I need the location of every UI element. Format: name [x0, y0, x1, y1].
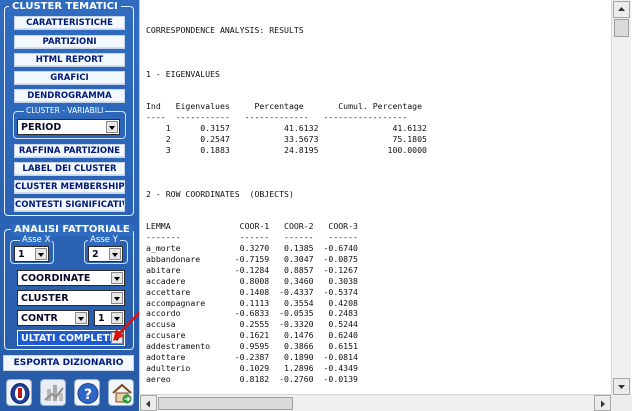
horizontal-scrollbar[interactable]: [139, 394, 612, 411]
variable-select[interactable]: PERIOD: [17, 119, 120, 135]
button-partizioni[interactable]: PARTIZIONI: [14, 35, 125, 49]
asse-x-label: Asse X: [20, 235, 53, 245]
eigen-header-row: Ind Eigenvalues Percentage Cumul. Percen…: [146, 101, 423, 112]
chevron-down-icon[interactable]: [111, 332, 123, 344]
arrow-right-icon: [601, 400, 605, 408]
left-panel: CLUSTER TEMATICI CARATTERISTICHE PARTIZIO…: [0, 0, 139, 411]
coordinate-select-value: COORDINATE: [21, 273, 91, 284]
cluster-select[interactable]: CLUSTER: [17, 290, 125, 306]
variable-select-value: PERIOD: [21, 122, 62, 133]
eigen-row: 2 0.2547 33.5673 75.1805: [165, 133, 427, 144]
eigenvalues-heading: 1 - EIGENVALUES: [146, 68, 220, 79]
scroll-right-button[interactable]: [594, 395, 611, 411]
chevron-down-icon[interactable]: [75, 312, 87, 324]
button-raffina-partizione[interactable]: RAFFINA PARTIZIONE: [14, 144, 125, 158]
scroll-down-button[interactable]: [613, 378, 630, 395]
home-icon: [112, 383, 132, 404]
contr-axis-value: 1: [98, 313, 105, 324]
button-grafici[interactable]: GRAFICI: [14, 71, 125, 85]
chevron-down-icon[interactable]: [106, 121, 118, 133]
row-rule: ------- ------ ------ ------: [146, 232, 358, 243]
asse-y-value: 2: [92, 249, 99, 260]
button-cluster-membership[interactable]: CLUSTER MEMBERSHIP: [14, 180, 125, 194]
eigen-row: 1 0.3157 41.6132 41.6132: [165, 123, 427, 134]
results-text: CORRESPONDENCE ANALYSIS: RESULTS 1 - EIG…: [146, 14, 606, 394]
chart-tool-button[interactable]: [40, 379, 66, 406]
button-html-report[interactable]: HTML REPORT: [14, 53, 125, 67]
chevron-down-icon[interactable]: [111, 292, 123, 304]
row-table-body: a_morte 0.3270 0.1385 -0.6740 abbandonar…: [146, 243, 358, 384]
arrow-left-icon: [146, 400, 150, 408]
row-coordinate-row: abitare -0.1284 0.8857 -0.1267: [146, 264, 358, 275]
cluster-select-value: CLUSTER: [21, 293, 69, 304]
chevron-down-icon[interactable]: [111, 272, 123, 284]
chevron-down-icon[interactable]: [111, 312, 123, 324]
chart-icon: [44, 385, 64, 401]
row-coordinate-row: accusa 0.2555 -0.3320 0.5244: [146, 319, 358, 330]
info-tool-button[interactable]: [6, 379, 32, 406]
contr-axis-select[interactable]: 1: [94, 310, 125, 326]
cluster-tematici-title: CLUSTER TEMATICI: [9, 1, 121, 13]
chevron-down-icon[interactable]: [109, 248, 121, 260]
row-coordinate-row: accettare 0.1408 -0.4337 -0.5374: [146, 286, 358, 297]
row-coordinate-row: accordo -0.6833 -0.0535 0.2483: [146, 308, 358, 319]
row-coordinates-heading: 2 - ROW COORDINATES (OBJECTS): [146, 188, 294, 199]
eigen-row: 3 0.1883 24.8195 100.0000: [146, 144, 427, 155]
scrollbar-corner: [611, 396, 632, 411]
row-coordinate-row: addestramento 0.9595 0.3866 0.6151: [146, 341, 358, 352]
asse-y-select[interactable]: 2: [88, 246, 123, 262]
results-select-value: ULTATI COMPLETI: [21, 333, 113, 344]
row-coordinate-row: a_morte 0.3270 0.1385 -0.6740: [146, 243, 358, 254]
scroll-left-button[interactable]: [140, 395, 157, 411]
asse-y-label: Asse Y: [88, 235, 120, 245]
button-caratteristiche[interactable]: CARATTERISTICHE: [14, 16, 125, 30]
arrow-up-icon: [618, 7, 625, 11]
horizontal-scroll-thumb[interactable]: [158, 397, 293, 410]
results-select[interactable]: ULTATI COMPLETI: [17, 330, 125, 346]
cluster-variabili-label: CLUSTER - VARIABILI: [24, 106, 106, 116]
results-text-window[interactable]: CORRESPONDENCE ANALYSIS: RESULTS 1 - EIG…: [139, 0, 632, 411]
arrow-down-icon: [618, 385, 625, 389]
export-dictionary-button[interactable]: ESPORTA DIZIONARIO: [3, 355, 134, 371]
row-coordinate-row: adottare -0.2387 0.1890 -0.0814: [146, 352, 358, 363]
row-coordinate-row: aereo 0.8182 -0.2760 -0.0139: [146, 373, 358, 384]
contr-select-value: CONTR: [21, 313, 58, 324]
help-icon: ?: [77, 383, 99, 404]
svg-text:?: ?: [84, 387, 92, 403]
row-coordinate-row: accompagnare 0.1113 0.3554 0.4208: [146, 297, 358, 308]
chevron-down-icon[interactable]: [35, 248, 47, 260]
contr-select[interactable]: CONTR: [17, 310, 89, 326]
row-coordinate-row: abbandonare -0.7159 0.3047 -0.0875: [146, 253, 358, 264]
coordinate-select[interactable]: COORDINATE: [17, 270, 125, 286]
row-coordinate-row: accusare 0.1621 0.1476 0.6240: [146, 330, 358, 341]
vertical-scroll-thumb[interactable]: [614, 19, 629, 37]
vertical-scrollbar[interactable]: [611, 0, 631, 396]
help-tool-button[interactable]: ?: [74, 379, 100, 406]
button-dendrogramma[interactable]: DENDROGRAMMA: [14, 89, 125, 103]
row-header-row: LEMMA COOR-1 COOR-2 COOR-3: [146, 221, 358, 232]
eigen-rule: ---- ----------- ------------- ---------…: [146, 112, 408, 123]
button-contesti-significativi[interactable]: CONTESTI SIGNIFICATIVI: [14, 198, 125, 212]
home-tool-button[interactable]: [108, 379, 134, 406]
asse-x-select[interactable]: 1: [14, 246, 49, 262]
info-icon: [10, 383, 30, 404]
eigen-table-body: 1 0.3157 41.6132 41.6132 2 0.2547 33.567…: [146, 123, 427, 155]
results-heading: CORRESPONDENCE ANALYSIS: RESULTS: [146, 24, 304, 35]
asse-x-value: 1: [18, 249, 25, 260]
button-label-dei-cluster[interactable]: LABEL DEI CLUSTER: [14, 162, 125, 176]
row-coordinate-row: accadere 0.8008 0.3460 0.3038: [146, 275, 358, 286]
row-coordinate-row: adulterio 0.1029 1.2896 -0.4349: [146, 363, 358, 373]
scroll-up-button[interactable]: [613, 1, 630, 18]
